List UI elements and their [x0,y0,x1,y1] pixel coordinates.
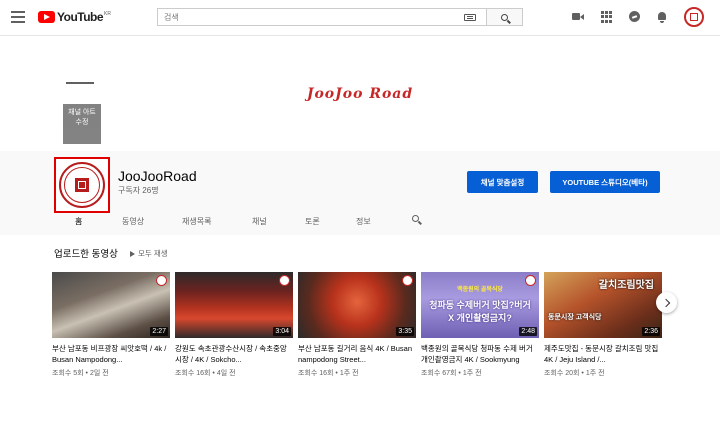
play-all-label: 모두 재생 [138,249,168,258]
channel-header: JooJooRoad 구독자 26명 채널 맞춤설정 YOUTUBE 스튜디오(… [0,151,720,235]
channel-tabs: 홈 동영상 재생목록 채널 토론 정보 [0,210,720,235]
video-thumbnail[interactable]: 2:27 [52,272,170,338]
youtube-play-icon [38,11,55,23]
tab-home[interactable]: 홈 [75,216,82,227]
channel-search-icon[interactable] [412,215,422,225]
tab-channels[interactable]: 채널 [252,216,267,227]
video-card[interactable]: 3:04 강원도 속초관광수산시장 / 속초중앙시장 / 4K / Sokcho… [175,272,293,378]
video-thumbnail[interactable]: 3:04 [175,272,293,338]
play-all-button[interactable]: 모두 재생 [130,248,168,259]
channel-name: JooJooRoad [118,168,197,184]
apps-icon[interactable] [601,11,613,23]
tab-videos[interactable]: 동영상 [122,216,144,227]
channel-badge-icon [279,275,290,286]
logo-text: YouTube [57,10,104,24]
customize-channel-button[interactable]: 채널 맞춤설정 [467,171,538,193]
masthead: YouTube KR [0,0,720,36]
video-thumbnail[interactable]: 갈치조림맛집 동문시장 고객식당 2:36 [544,272,662,338]
play-icon [130,251,135,258]
video-meta: 조회수 20회 • 1주 전 [544,370,605,377]
messages-icon[interactable] [629,11,641,23]
thumbnail-caption-main: 청파동 수제버거 맛집?버거X 개인촬영금지? [429,300,531,323]
edit-channel-art-button[interactable]: 채널 아트 수정 [63,104,101,144]
notifications-icon[interactable] [656,11,668,23]
video-thumbnail[interactable]: 백종원의 골목식당 청파동 수제버거 맛집?버거X 개인촬영금지? 2:48 [421,272,539,338]
search-input[interactable] [158,9,464,25]
channel-badge-icon [402,275,413,286]
chevron-right-icon [661,298,670,307]
thumbnail-caption-main: 동문시장 고객식당 [548,314,602,321]
video-card[interactable]: 갈치조림맛집 동문시장 고객식당 2:36 제주도맛집 - 동문시장 갈치조림 … [544,272,662,378]
video-card[interactable]: 백종원의 골목식당 청파동 수제버거 맛집?버거X 개인촬영금지? 2:48 백… [421,272,539,378]
video-title[interactable]: 강원도 속초관광수산시장 / 속초중앙시장 / 4K / Sokcho... [175,344,293,365]
channel-avatar[interactable] [54,157,110,213]
video-title[interactable]: 부산 남포동 길거리 음식 4K / Busan nampodong Stree… [298,344,416,365]
shelf-next-button[interactable] [656,292,677,313]
channel-banner: JooJoo Road [0,36,720,151]
video-meta: 조회수 67회 • 1주 전 [421,370,482,377]
account-avatar[interactable] [684,7,704,27]
menu-icon[interactable] [11,11,25,23]
video-meta: 조회수 16회 • 1주 전 [298,370,359,377]
logo-region: KR [104,11,111,17]
thumbnail-caption-top: 갈치조림맛집 [598,280,654,291]
subscriber-count: 구독자 26명 [118,186,159,195]
active-tab-indicator [66,82,94,84]
search-button[interactable] [487,8,523,26]
video-duration: 2:27 [150,327,168,336]
tab-about[interactable]: 정보 [356,216,371,227]
section-title: 업로드한 동영상 [54,249,118,260]
youtube-studio-button[interactable]: YOUTUBE 스튜디오(베타) [550,171,660,193]
keyboard-icon[interactable] [464,13,476,21]
video-title[interactable]: 부산 남포동 비프광장 씨앗호떡 / 4k / Busan Nampodong.… [52,344,170,365]
video-duration: 3:35 [396,327,414,336]
video-thumbnail[interactable]: 3:35 [298,272,416,338]
youtube-logo[interactable]: YouTube KR [38,10,111,24]
video-duration: 3:04 [273,327,291,336]
video-card[interactable]: 2:27 부산 남포동 비프광장 씨앗호떡 / 4k / Busan Nampo… [52,272,170,378]
channel-seal-logo [59,162,105,208]
video-card[interactable]: 3:35 부산 남포동 길거리 음식 4K / Busan nampodong … [298,272,416,378]
video-meta: 조회수 5회 • 2일 전 [52,370,109,377]
video-camera-icon[interactable] [572,11,584,23]
video-duration: 2:36 [642,327,660,336]
video-title[interactable]: 백종원의 골목식당 청파동 수제 버거 개인촬영금지 4K / Sookmyun… [421,344,539,365]
search-icon [501,13,508,21]
tab-discussion[interactable]: 토론 [305,216,320,227]
video-meta: 조회수 16회 • 4일 전 [175,370,236,377]
channel-badge-icon [525,275,536,286]
tab-playlists[interactable]: 재생목록 [182,216,211,227]
video-title[interactable]: 제주도맛집 - 동문시장 갈치조림 맛집 4K / Jeju Island /.… [544,344,662,365]
thumbnail-caption-top: 백종원의 골목식당 [457,287,503,293]
banner-title: JooJoo Road [306,86,414,102]
search-box [157,8,487,26]
channel-badge-icon [156,275,167,286]
video-duration: 2:48 [519,327,537,336]
